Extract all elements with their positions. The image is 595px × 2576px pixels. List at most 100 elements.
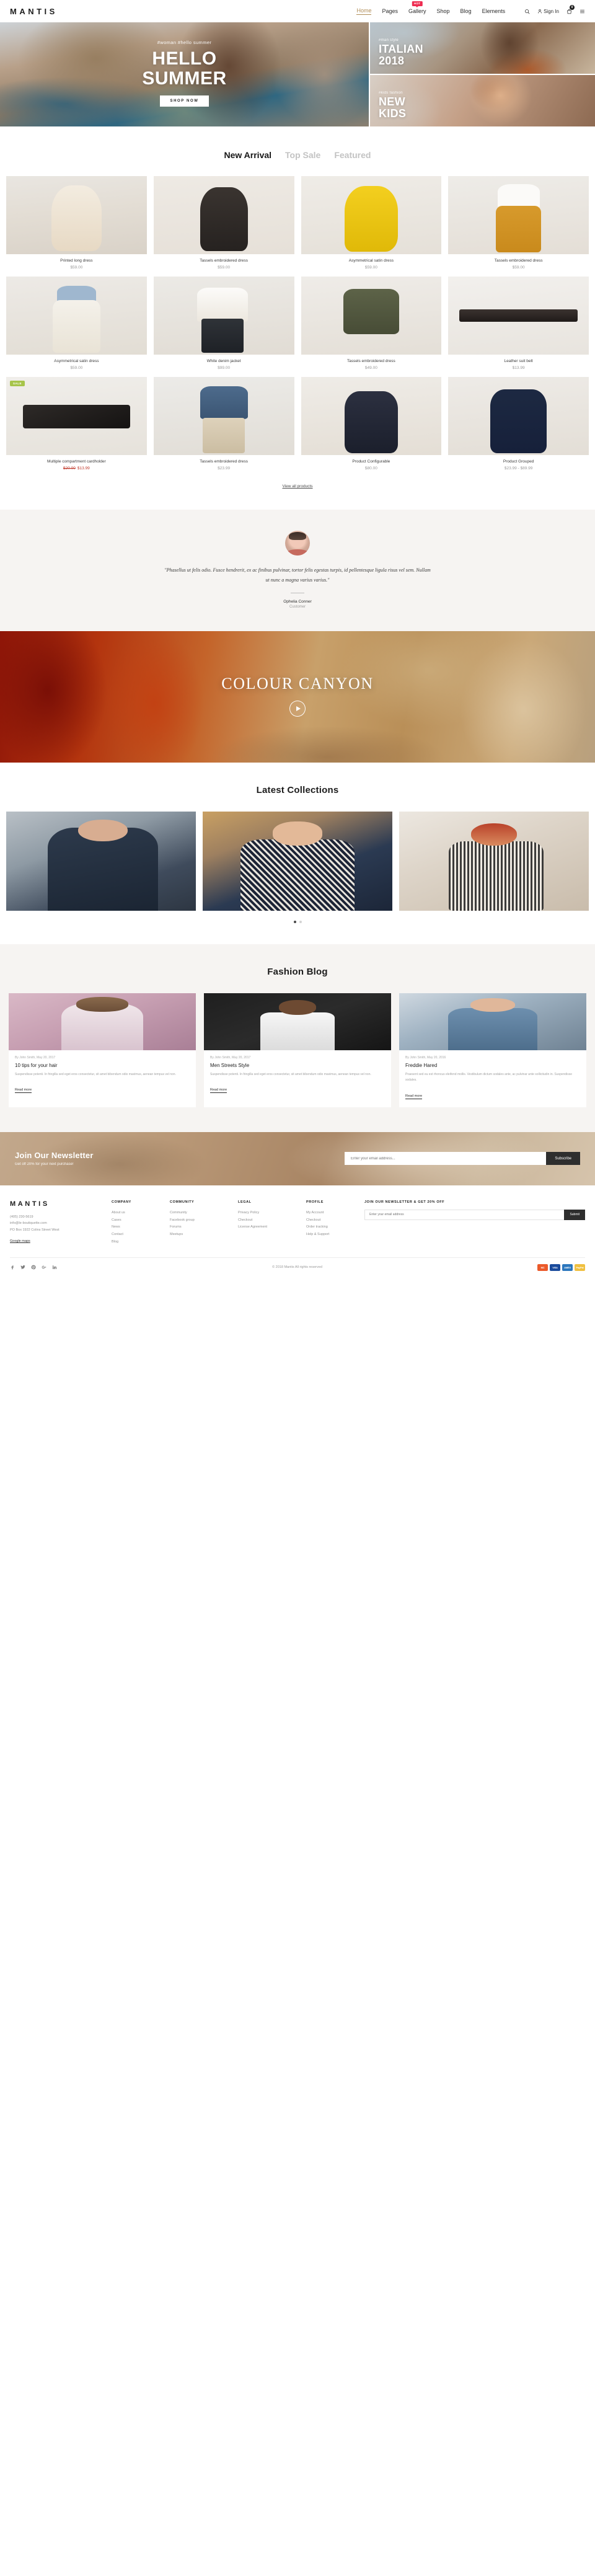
product-card[interactable]: Printed long dress $59.00 [6, 176, 147, 270]
hero-slide-summer[interactable]: #woman #hello summer HELLO SUMMER SHOP N… [0, 22, 369, 126]
product-card[interactable]: Leather suit belt $13.99 [448, 277, 589, 370]
footer-link[interactable]: Community [170, 1210, 229, 1217]
footer-link[interactable]: About us [112, 1210, 161, 1217]
product-card[interactable]: SALE Multiple compartment cardholder $20.0… [6, 377, 147, 471]
footer-link[interactable]: My Account [306, 1210, 356, 1217]
facebook-icon[interactable] [10, 1265, 15, 1270]
product-name[interactable]: Asymmetrical satin dress [302, 259, 441, 263]
blog-post-image[interactable] [399, 993, 586, 1051]
footer-link[interactable]: Help & Support [306, 1231, 356, 1239]
footer-link[interactable]: News [112, 1224, 161, 1231]
product-image[interactable] [301, 176, 442, 254]
carousel-dot-2[interactable] [299, 921, 302, 924]
video-banner[interactable]: COLOUR CANYON [0, 631, 595, 763]
footer-newsletter-input[interactable] [364, 1209, 565, 1220]
google-plus-icon[interactable] [42, 1265, 46, 1270]
product-image[interactable] [153, 277, 294, 355]
product-card[interactable]: Asymmetrical satin dress $59.00 [301, 176, 442, 270]
cart-icon[interactable]: 0 [566, 4, 575, 14]
blog-post-image[interactable] [204, 993, 391, 1051]
footer-link[interactable]: Privacy Policy [238, 1210, 298, 1217]
newsletter-email-input[interactable] [345, 1152, 547, 1166]
product-name[interactable]: Tassels embroidered dress [449, 259, 588, 263]
product-image[interactable] [448, 277, 589, 355]
blog-post-card[interactable]: By John Smith, May 20, 2016 Freddie Hared… [399, 993, 586, 1107]
product-name[interactable]: Printed long dress [7, 259, 146, 263]
footer-link[interactable]: Forums [170, 1224, 229, 1231]
product-image[interactable] [301, 377, 442, 455]
tab-new-arrival[interactable]: New Arrival [224, 150, 272, 160]
product-name[interactable]: Multiple compartment cardholder [7, 459, 146, 464]
footer-link[interactable]: Blog [112, 1239, 161, 1246]
tab-top-sale[interactable]: Top Sale [285, 150, 320, 160]
collection-item[interactable] [6, 812, 196, 911]
product-name[interactable]: Product Grouped [449, 459, 588, 464]
product-card[interactable]: Asymmetrical satin dress $59.00 [6, 277, 147, 370]
blog-read-more-link[interactable]: Read more [15, 1088, 32, 1094]
product-image[interactable] [153, 176, 294, 254]
product-name[interactable]: Tassels embroidered dress [155, 459, 293, 464]
footer-link[interactable]: Meetups [170, 1231, 229, 1239]
blog-read-more-link[interactable]: Read more [405, 1094, 423, 1099]
nav-item-gallery[interactable]: HOT Gallery [408, 1, 426, 14]
product-card[interactable]: Tassels embroidered dress $59.00 [153, 176, 294, 270]
footer-newsletter-submit[interactable]: Submit [564, 1209, 585, 1220]
product-image[interactable] [153, 377, 294, 455]
carousel-dot-1[interactable] [293, 921, 296, 924]
hero-slide-kids[interactable]: #kids fashion NEW KIDS [370, 75, 595, 126]
product-image[interactable] [6, 277, 147, 355]
blog-post-title[interactable]: Freddie Hared [405, 1063, 580, 1068]
product-image[interactable] [6, 176, 147, 254]
product-name[interactable]: Leather suit belt [449, 359, 588, 363]
tab-featured[interactable]: Featured [334, 150, 371, 160]
newsletter-subscribe-button[interactable]: Subscribe [546, 1152, 580, 1166]
nav-item-pages[interactable]: Pages [382, 8, 398, 14]
nav-item-elements[interactable]: Elements [482, 8, 506, 14]
collection-item[interactable] [399, 812, 589, 911]
product-image[interactable] [6, 377, 147, 455]
shop-now-button[interactable]: SHOP NOW [160, 95, 209, 107]
play-icon[interactable] [289, 701, 306, 717]
footer-link[interactable]: Order tracking [306, 1224, 356, 1231]
product-name[interactable]: Tassels embroidered dress [155, 259, 293, 263]
footer-link[interactable]: Cases [112, 1217, 161, 1224]
product-name[interactable]: Product Configurable [302, 459, 441, 464]
product-card[interactable]: Tassels embroidered dress $59.00 [448, 176, 589, 270]
blog-post-image[interactable] [9, 993, 196, 1051]
product-name[interactable]: Asymmetrical satin dress [7, 359, 146, 363]
blog-post-card[interactable]: By John Smith, May 20, 2017 Men Streets S… [204, 993, 391, 1107]
pinterest-icon[interactable] [31, 1265, 36, 1270]
footer-link[interactable]: Facebook group [170, 1217, 229, 1224]
product-card[interactable]: Product Grouped $23.99 - $89.99 [448, 377, 589, 471]
product-card[interactable]: Product Configurable $80.00 [301, 377, 442, 471]
product-card[interactable]: Tassels embroidered dress $23.99 [153, 377, 294, 471]
footer-link[interactable]: License Agreement [238, 1224, 298, 1231]
product-image[interactable] [301, 277, 442, 355]
blog-post-card[interactable]: By John Smith, May 20, 2017 10 tips for y… [9, 993, 196, 1107]
product-image[interactable] [448, 176, 589, 254]
product-name[interactable]: Tassels embroidered dress [302, 359, 441, 363]
footer-link[interactable]: Checkout [306, 1217, 356, 1224]
search-icon[interactable] [524, 9, 530, 14]
blog-post-title[interactable]: 10 tips for your hair [15, 1063, 190, 1068]
blog-read-more-link[interactable]: Read more [210, 1088, 227, 1094]
nav-item-home[interactable]: Home [356, 7, 372, 15]
view-all-products-link[interactable]: View all products [0, 471, 595, 489]
site-logo[interactable]: MANTIS [10, 7, 58, 16]
twitter-icon[interactable] [20, 1265, 25, 1270]
hero-slide-italian[interactable]: #man style ITALIAN 2018 [370, 22, 595, 74]
hamburger-menu-icon[interactable] [580, 9, 585, 14]
product-name[interactable]: White denim jacket [155, 359, 293, 363]
footer-link[interactable]: Contact [112, 1231, 161, 1239]
nav-item-shop[interactable]: Shop [437, 8, 450, 14]
product-card[interactable]: Tassels embroidered dress $49.00 [301, 277, 442, 370]
footer-map-link[interactable]: Google maps [10, 1239, 30, 1243]
linkedin-icon[interactable] [52, 1265, 57, 1270]
footer-link[interactable]: Checkout [238, 1217, 298, 1224]
product-image[interactable] [448, 377, 589, 455]
product-card[interactable]: White denim jacket $99.00 [153, 277, 294, 370]
sign-in-button[interactable]: Sign In [537, 9, 559, 14]
blog-post-title[interactable]: Men Streets Style [210, 1063, 385, 1068]
nav-item-blog[interactable]: Blog [461, 8, 472, 14]
collection-item[interactable] [203, 812, 392, 911]
